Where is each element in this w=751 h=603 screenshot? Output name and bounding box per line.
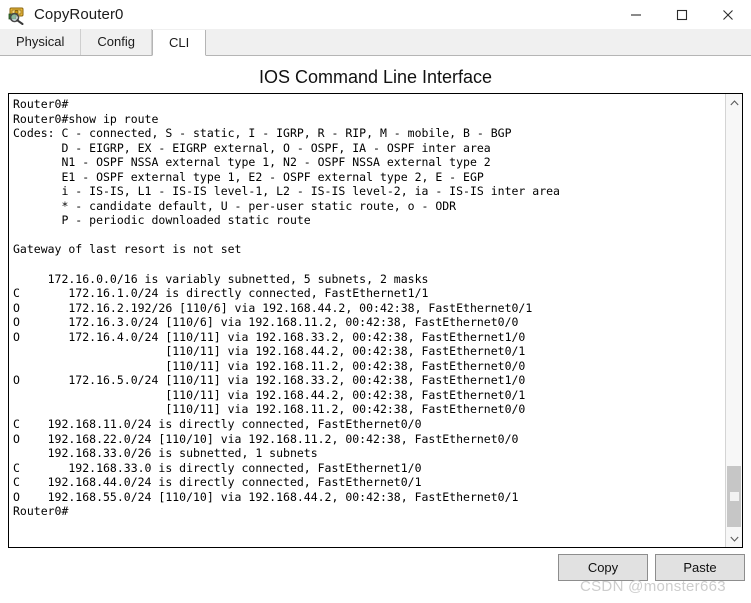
tab-strip-filler [206,29,751,55]
page-title: IOS Command Line Interface [258,67,493,87]
terminal-line: Router0#show ip route [13,111,159,126]
terminal-line: 192.168.33.0/26 is subnetted, 1 subnets [13,446,318,461]
terminal-line: Codes: C - connected, S - static, I - IG… [13,126,512,141]
terminal-line: [110/11] via 192.168.11.2, 00:42:38, Fas… [13,358,526,373]
terminal-line: O 172.16.3.0/24 [110/6] via 192.168.11.2… [13,315,519,330]
packet-tracer-router-icon [7,5,27,25]
terminal-scrollbar[interactable] [725,94,742,547]
terminal-line: E1 - OSPF external type 1, E2 - OSPF ext… [13,169,484,184]
terminal-line: C 192.168.33.0 is directly connected, Fa… [13,460,422,475]
tab-config[interactable]: Config [81,29,152,55]
terminal-line: C 192.168.44.0/24 is directly connected,… [13,475,422,490]
title-bar: CopyRouter0 [0,0,751,29]
terminal-line: * - candidate default, U - per-user stat… [13,198,457,213]
terminal-line: O 172.16.2.192/26 [110/6] via 192.168.44… [13,300,533,315]
terminal-line: C 172.16.1.0/24 is directly connected, F… [13,286,429,301]
window-controls [613,0,751,29]
terminal-line: O 192.168.22.0/24 [110/10] via 192.168.1… [13,431,519,446]
scrollbar-grip [729,492,739,501]
action-button-row: Copy Paste [0,554,751,584]
terminal-line: [110/11] via 192.168.44.2, 00:42:38, Fas… [13,344,526,359]
scroll-down-arrow-icon[interactable] [726,530,742,547]
window-title: CopyRouter0 [34,6,124,23]
tab-physical[interactable]: Physical [0,29,82,55]
terminal-line: Router0# [13,504,69,519]
scrollbar-thumb[interactable] [727,466,741,527]
tab-cli[interactable]: CLI [152,30,207,56]
close-button[interactable] [705,0,751,29]
cli-output[interactable]: Router0# Router0#show ip route Codes: C - … [9,94,725,547]
scroll-up-arrow-icon[interactable] [726,94,742,111]
terminal-line: O 172.16.4.0/24 [110/11] via 192.168.33.… [13,329,526,344]
terminal-line: [110/11] via 192.168.11.2, 00:42:38, Fas… [13,402,526,417]
terminal-line: 172.16.0.0/16 is variably subnetted, 5 s… [13,271,429,286]
terminal-line: P - periodic downloaded static route [13,213,311,228]
maximize-button[interactable] [659,0,705,29]
terminal-line: D - EIGRP, EX - EIGRP external, O - OSPF… [13,140,491,155]
copy-button[interactable]: Copy [558,554,648,581]
cli-terminal[interactable]: Router0# Router0#show ip route Codes: C - … [8,93,743,548]
terminal-line: i - IS-IS, L1 - IS-IS level-1, L2 - IS-I… [13,184,560,199]
terminal-line: O 192.168.55.0/24 [110/10] via 192.168.4… [13,489,519,504]
tab-strip: Physical Config CLI [0,29,751,56]
minimize-button[interactable] [613,0,659,29]
terminal-line: O 172.16.5.0/24 [110/11] via 192.168.33.… [13,373,526,388]
terminal-line: C 192.168.11.0/24 is directly connected,… [13,417,422,432]
cli-window: CopyRouter0 Physical Config CLI IOS Comm… [0,0,751,603]
terminal-line: Router0# [13,97,69,111]
terminal-line: [110/11] via 192.168.44.2, 00:42:38, Fas… [13,387,526,402]
paste-button[interactable]: Paste [655,554,745,581]
terminal-line: Gateway of last resort is not set [13,242,242,257]
terminal-line: N1 - OSPF NSSA external type 1, N2 - OSP… [13,155,491,170]
